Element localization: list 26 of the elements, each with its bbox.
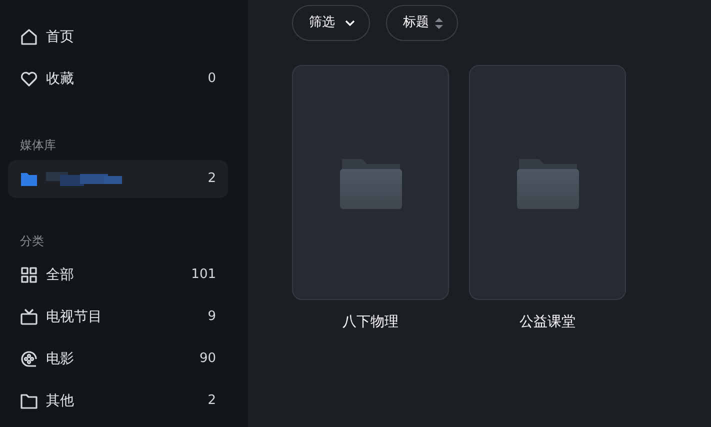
section-heading: 媒体库 xyxy=(19,137,57,154)
film-reel-icon xyxy=(20,350,38,368)
heart-icon xyxy=(20,70,38,88)
folder-icon xyxy=(20,392,38,410)
sidebar-item[interactable]: 首页 xyxy=(8,18,228,56)
sort-icon xyxy=(435,18,443,28)
sort-button[interactable]: 标题 xyxy=(386,5,458,41)
sidebar-item[interactable]: 2 xyxy=(8,160,228,198)
folder-title: 八下物理 xyxy=(342,313,400,332)
grid-icon xyxy=(20,266,38,284)
sidebar-item[interactable]: 全部 101 xyxy=(8,256,228,294)
chevron-down-icon xyxy=(345,20,355,26)
sidebar-item[interactable]: 其他 2 xyxy=(8,382,228,420)
tv-icon xyxy=(20,308,38,326)
sidebar-item[interactable]: 收藏 0 xyxy=(8,60,228,98)
section-heading: 分类 xyxy=(19,233,45,250)
folder-card[interactable] xyxy=(469,65,626,300)
folder-icon xyxy=(516,156,578,208)
sidebar-item[interactable]: 电视节目 9 xyxy=(8,298,228,336)
sidebar-item[interactable]: 电影 90 xyxy=(8,340,228,378)
filter-button[interactable]: 筛选 xyxy=(292,5,370,41)
folder-title: 公益课堂 xyxy=(518,313,576,332)
folder-card[interactable] xyxy=(292,65,449,300)
folder-icon xyxy=(20,170,38,188)
folder-icon xyxy=(340,156,402,208)
home-icon xyxy=(20,28,38,46)
